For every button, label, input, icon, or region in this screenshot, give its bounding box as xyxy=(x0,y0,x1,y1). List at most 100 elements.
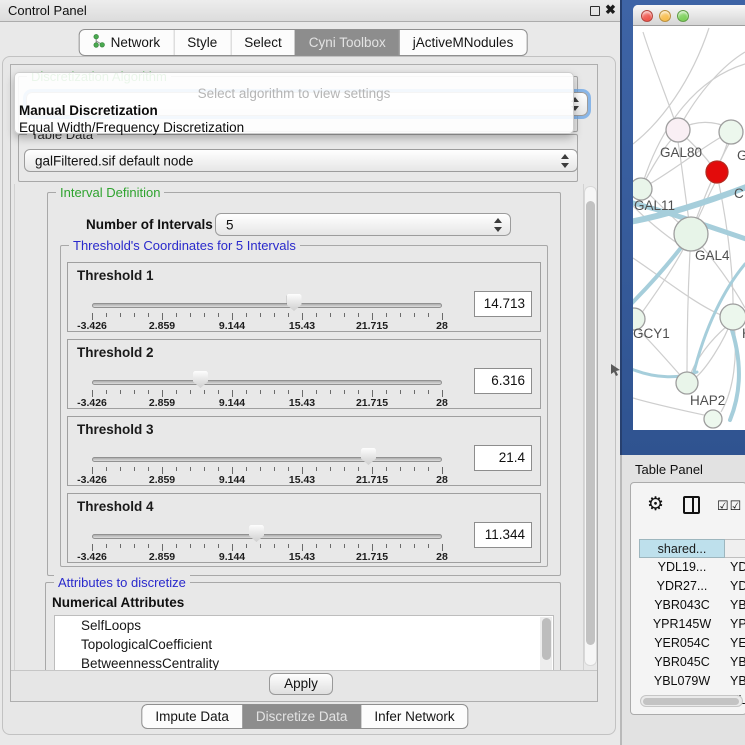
slider-thumb[interactable] xyxy=(249,525,264,542)
algorithm-option-equal-width-frequency-discretization[interactable]: Equal Width/Frequency Discretization xyxy=(19,120,244,135)
table-cell[interactable]: YER0 xyxy=(725,634,745,653)
network-node[interactable] xyxy=(706,161,728,183)
table-cell[interactable]: YDR27... xyxy=(639,577,725,596)
table-cell[interactable]: YBR0 xyxy=(725,596,745,615)
network-node[interactable] xyxy=(704,410,722,428)
threshold-slider[interactable]: -3.4262.8599.14415.4321.71528 xyxy=(92,340,442,410)
table-header-cell[interactable]: n xyxy=(725,539,745,558)
tab-infer-network[interactable]: Infer Network xyxy=(360,705,467,728)
node-label: GCY1 xyxy=(633,326,670,341)
traffic-light-zoom-icon[interactable] xyxy=(677,10,689,22)
horizontal-scrollbar[interactable] xyxy=(640,695,743,707)
threshold-value-field[interactable]: 14.713 xyxy=(474,291,532,317)
float-window-icon[interactable] xyxy=(590,6,600,16)
threshold-value-field[interactable]: 21.4 xyxy=(474,445,532,471)
table-row[interactable]: YER054CYER0 xyxy=(639,634,745,653)
tab-discretize-data[interactable]: Discretize Data xyxy=(242,705,361,728)
table-cell[interactable]: YPR1 xyxy=(725,615,745,634)
table-cell[interactable]: YDL19... xyxy=(639,558,725,577)
table-header-cell[interactable]: shared... xyxy=(639,539,725,558)
threshold-value-field[interactable]: 6.316 xyxy=(474,368,532,394)
tab-network[interactable]: Network xyxy=(80,30,174,55)
scrollbar-thumb[interactable] xyxy=(643,698,739,705)
columns-icon[interactable] xyxy=(683,496,700,514)
tab-cyni-toolbox[interactable]: Cyni Toolbox xyxy=(295,30,399,55)
node-label: GAL80 xyxy=(660,145,702,160)
table-cell[interactable]: YBL079W xyxy=(639,672,725,691)
network-window-titlebar[interactable] xyxy=(633,5,745,26)
slider-track[interactable] xyxy=(92,380,442,385)
tab-style[interactable]: Style xyxy=(173,30,230,55)
list-item-topologicalcoefficient[interactable]: TopologicalCoefficient xyxy=(55,635,553,654)
network-node[interactable] xyxy=(719,120,743,144)
table-cell[interactable]: YIL0 xyxy=(725,710,745,715)
num-intervals-label: Number of Intervals xyxy=(86,217,213,232)
table-row[interactable]: YBR043CYBR0 xyxy=(639,596,745,615)
number-of-intervals-spinner[interactable]: 5 xyxy=(215,213,511,236)
table-panel: Table Panel ⚙ ☑☑ shared...nYDL19...YDL1Y… xyxy=(620,455,745,745)
close-icon[interactable]: ✖ xyxy=(605,2,616,18)
apply-button[interactable]: Apply xyxy=(269,673,333,695)
network-node[interactable] xyxy=(633,178,652,200)
network-node[interactable] xyxy=(666,118,690,142)
node-table-box: ⚙ ☑☑ shared...nYDL19...YDL1YDR27...YDR2Y… xyxy=(630,482,745,715)
table-cell[interactable]: YER054C xyxy=(639,634,725,653)
list-scrollbar[interactable] xyxy=(540,617,552,670)
network-window[interactable]: GAL80GACGAL11GAL4GCY1HHAP2 xyxy=(633,5,745,430)
list-item-betweennesscentrality[interactable]: BetweennessCentrality xyxy=(55,654,553,670)
threshold-panel-4: Threshold 4-3.4262.8599.14415.4321.71528… xyxy=(67,493,541,563)
algorithm-option-manual-discretization[interactable]: Manual Discretization xyxy=(19,103,158,118)
scrollbar-thumb[interactable] xyxy=(586,201,595,645)
network-node[interactable] xyxy=(674,217,708,251)
traffic-light-minimize-icon[interactable] xyxy=(659,10,671,22)
bottom-tab-bar: Impute DataDiscretize Data Infer Network xyxy=(141,704,468,729)
threshold-value-field[interactable]: 11.344 xyxy=(474,522,532,548)
slider-tick-labels: -3.4262.8599.14415.4321.71528 xyxy=(92,474,442,486)
list-item-selfloops[interactable]: SelfLoops xyxy=(55,616,553,635)
attributes-group-title: Attributes to discretize xyxy=(54,575,190,590)
table-cell[interactable]: YBL0 xyxy=(725,672,745,691)
checkbox-icons[interactable]: ☑☑ xyxy=(717,498,742,514)
table-data-value: galFiltered.sif default node xyxy=(35,153,193,168)
slider-track[interactable] xyxy=(92,534,442,539)
slider-track[interactable] xyxy=(92,303,442,308)
slider-thumb[interactable] xyxy=(361,448,376,465)
table-row[interactable]: YDL19...YDL1 xyxy=(639,558,745,577)
numerical-attributes-list[interactable]: SelfLoopsTopologicalCoefficientBetweenne… xyxy=(54,615,554,670)
tab-impute-data[interactable]: Impute Data xyxy=(142,705,242,728)
node-label: HAP2 xyxy=(690,393,725,408)
table-row[interactable]: YDR27...YDR2 xyxy=(639,577,745,596)
network-canvas[interactable]: GAL80GACGAL11GAL4GCY1HHAP2 xyxy=(633,26,745,430)
tab-select[interactable]: Select xyxy=(230,30,295,55)
threshold-slider[interactable]: -3.4262.8599.14415.4321.71528 xyxy=(92,494,442,564)
table-cell[interactable]: YIL052C xyxy=(639,710,725,715)
table-cell[interactable]: YBR0 xyxy=(725,653,745,672)
control-panel-titlebar: Control Panel ✖ xyxy=(0,0,620,22)
table-cell[interactable]: YDL1 xyxy=(725,558,745,577)
table-row[interactable]: YPR145WYPR1 xyxy=(639,615,745,634)
table-cell[interactable]: YDR2 xyxy=(725,577,745,596)
attributes-group: Attributes to discretize Numerical Attri… xyxy=(45,582,561,670)
tab-label: Infer Network xyxy=(374,709,454,724)
gear-icon[interactable]: ⚙ xyxy=(647,493,664,516)
table-data-combo[interactable]: galFiltered.sif default node xyxy=(24,149,578,172)
table-panel-title: Table Panel xyxy=(635,462,703,477)
table-row[interactable]: YIL052CYIL0 xyxy=(639,710,745,715)
vertical-scrollbar[interactable] xyxy=(584,186,597,666)
spinner-arrows-icon[interactable] xyxy=(494,218,503,232)
algorithm-dropdown: Select algorithm to view settings Manual… xyxy=(14,72,574,134)
threshold-slider[interactable]: -3.4262.8599.14415.4321.71528 xyxy=(92,417,442,487)
tab-jactivemnodules[interactable]: jActiveMNodules xyxy=(399,30,527,55)
table-cell[interactable]: YBR045C xyxy=(639,653,725,672)
spinner-arrows-icon[interactable] xyxy=(561,154,570,168)
traffic-light-close-icon[interactable] xyxy=(641,10,653,22)
slider-thumb[interactable] xyxy=(193,371,208,388)
slider-thumb[interactable] xyxy=(287,294,302,311)
slider-track[interactable] xyxy=(92,457,442,462)
network-node[interactable] xyxy=(676,372,698,394)
table-cell[interactable]: YBR043C xyxy=(639,596,725,615)
table-row[interactable]: YBL079WYBL0 xyxy=(639,672,745,691)
threshold-slider[interactable]: -3.4262.8599.14415.4321.71528 xyxy=(92,263,442,333)
table-row[interactable]: YBR045CYBR0 xyxy=(639,653,745,672)
table-cell[interactable]: YPR145W xyxy=(639,615,725,634)
